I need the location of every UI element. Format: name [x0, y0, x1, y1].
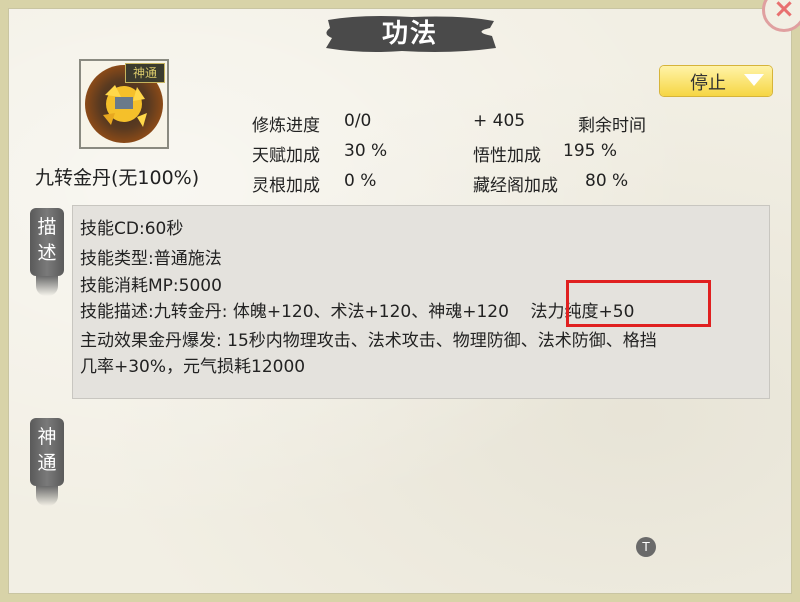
comprehension-label: 悟性加成	[473, 146, 541, 166]
tab-describe[interactable]: 描 述	[30, 208, 64, 296]
desc-active: 主动效果金丹爆发: 15秒内物理攻击、法术攻击、物理防御、法术防御、格挡	[80, 331, 657, 351]
tab-describe-char-1: 描	[37, 216, 57, 238]
progress-value: 0/0	[344, 111, 372, 131]
stop-button-label: 停止	[690, 73, 726, 94]
talent-value: 30 %	[344, 141, 388, 161]
root-value: 0 %	[344, 171, 377, 191]
skill-icon[interactable]: 神通	[79, 59, 169, 149]
remaining-time-label: 剩余时间	[578, 116, 646, 136]
highlight-box	[566, 280, 711, 327]
chevron-down-icon	[744, 74, 764, 86]
stop-button[interactable]: 停止	[660, 66, 772, 96]
desc-cost: 技能消耗MP:5000	[80, 276, 222, 296]
tab-divine-char-1: 神	[37, 426, 57, 448]
library-label: 藏经阁加成	[473, 176, 558, 196]
skill-name: 九转金丹(无100%)	[35, 167, 200, 189]
root-label: 灵根加成	[252, 176, 320, 196]
desc-type: 技能类型:普通施法	[80, 249, 222, 269]
comprehension-value: 195 %	[563, 141, 618, 161]
title-banner: 功法	[322, 14, 498, 54]
talent-label: 天赋加成	[252, 146, 320, 166]
tab-divine-char-2: 通	[37, 452, 57, 474]
progress-label: 修炼进度	[252, 116, 320, 136]
info-icon[interactable]: T	[636, 537, 656, 557]
desc-effect: 技能描述:九转金丹: 体魄+120、术法+120、神魂+120 法力纯度+50	[80, 302, 635, 322]
tab-describe-char-2: 述	[37, 242, 57, 264]
page-title: 功法	[381, 19, 438, 49]
skill-type-tag: 神通	[125, 63, 165, 83]
desc-cd: 技能CD:60秒	[80, 219, 184, 239]
desc-active-cont: 几率+30%，元气损耗12000	[80, 357, 306, 377]
tab-divine[interactable]: 神 通	[30, 418, 64, 506]
gain-value: + 405	[473, 111, 526, 131]
library-value: 80 %	[585, 171, 629, 191]
